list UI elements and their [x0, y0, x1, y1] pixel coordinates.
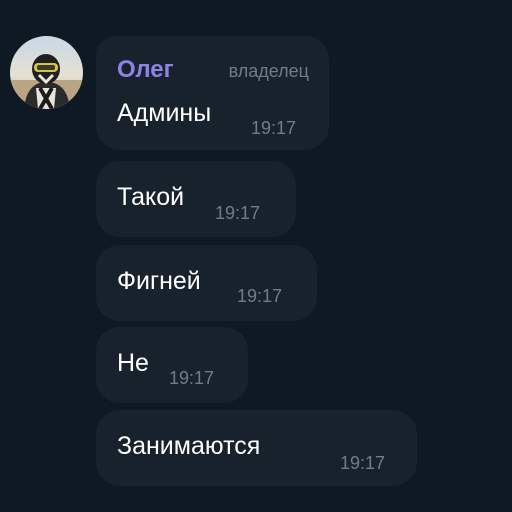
message-bubble[interactable]: Фигней 19:17 [96, 245, 317, 321]
message-time: 19:17 [215, 203, 261, 223]
sender-role-badge: владелец [228, 61, 309, 81]
message-text: Админы [117, 99, 212, 127]
avatar[interactable] [10, 36, 83, 109]
message-bubble[interactable]: Не 19:17 [96, 327, 248, 403]
avatar-image [10, 36, 83, 109]
message-text: Такой [117, 183, 185, 211]
sender-name[interactable]: Олег [117, 56, 174, 84]
message-time: 19:17 [169, 368, 215, 388]
message-bubble[interactable]: Такой 19:17 [96, 161, 296, 237]
message-bubble[interactable]: Олег владелец Админы 19:17 [96, 36, 329, 150]
message-text: Не [117, 349, 149, 377]
message-text: Занимаются [117, 432, 261, 460]
message-text: Фигней [117, 267, 201, 295]
message-time: 19:17 [340, 453, 386, 473]
message-time: 19:17 [251, 118, 297, 138]
message-time: 19:17 [237, 286, 283, 306]
message-bubble[interactable]: Занимаются 19:17 [96, 410, 417, 486]
